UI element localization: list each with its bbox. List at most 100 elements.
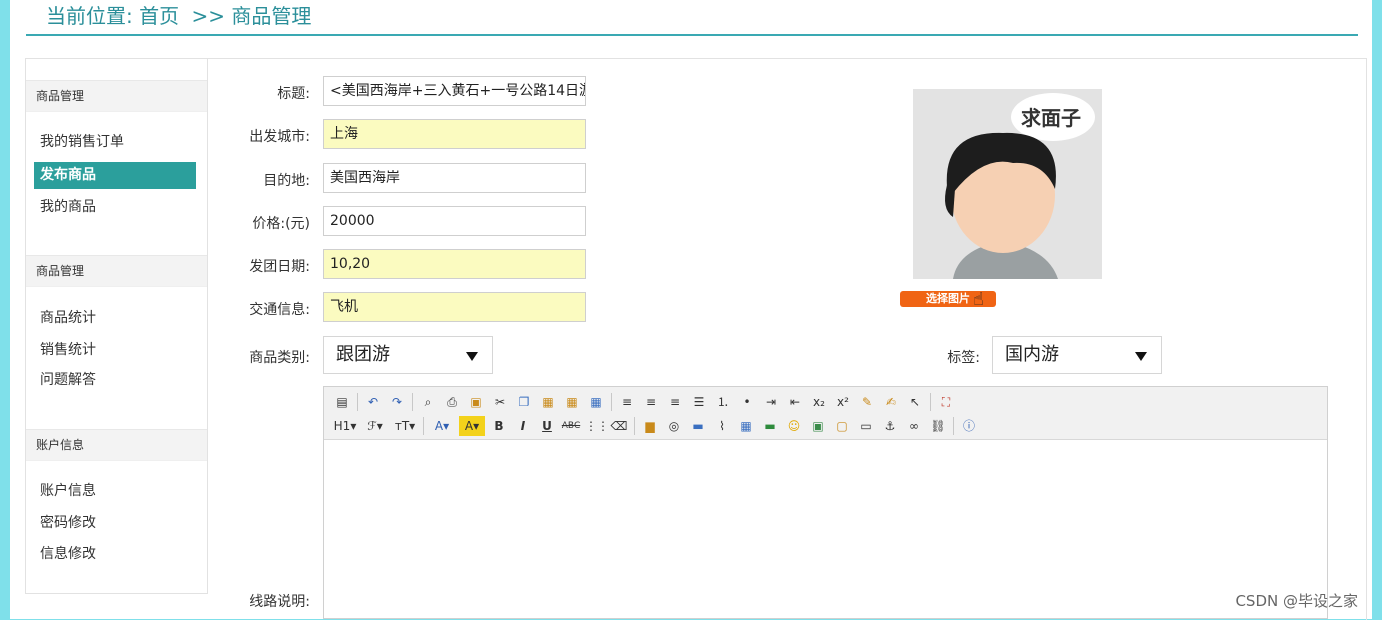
redo-icon[interactable]: ↷ xyxy=(387,392,407,412)
align-right-icon[interactable]: ≡ xyxy=(665,392,685,412)
underline-icon[interactable]: U xyxy=(537,416,557,436)
toolbar-divider xyxy=(930,393,931,411)
ordered-list-icon[interactable]: ⒈ xyxy=(713,392,733,412)
sidebar-item-edit-info[interactable]: 信息修改 xyxy=(34,541,196,568)
editor-toolbar: ▤ ↶ ↷ ⌕ ⎙ ▣ ✂ ❐ ▦ ▦ ▦ ≡ ≡ ≡ ☰ ⒈ • ⇥ ⇤ x₂… xyxy=(324,387,1327,440)
departure-city-input[interactable]: 上海 xyxy=(323,119,586,149)
dropdown-arrow-icon xyxy=(466,352,478,361)
breadcrumb-current: 商品管理 xyxy=(231,4,312,28)
speech-bubble-text: 求面子 xyxy=(1021,106,1081,130)
paste-icon[interactable]: ▦ xyxy=(538,392,558,412)
remove-format-icon[interactable]: ⌫ xyxy=(609,416,629,436)
breadcrumb-home-link[interactable]: 首页 xyxy=(139,4,179,28)
source-icon[interactable]: ▤ xyxy=(332,392,352,412)
watermark: CSDN @毕设之家 xyxy=(1235,592,1358,610)
align-center-icon[interactable]: ≡ xyxy=(641,392,661,412)
superscript-icon[interactable]: x² xyxy=(833,392,853,412)
sidebar-item-account-info[interactable]: 账户信息 xyxy=(34,478,196,505)
editor-toolbar-row-2: H1▾ ℱ▾ ᴛT▾ A▾ A▾ B I U ABC ⋮⋮ ⌫ ▆ ◎ ▬ ⌇ … xyxy=(332,415,983,437)
sidebar-item-my-products[interactable]: 我的商品 xyxy=(34,194,196,221)
editor-content-area[interactable] xyxy=(324,440,1327,618)
destination-input[interactable]: 美国西海岸 xyxy=(323,163,586,193)
bold-icon[interactable]: B xyxy=(489,416,509,436)
toolbar-divider xyxy=(423,417,424,435)
page: 当前位置: 首页 >> 商品管理 商品管理 我的销售订单 发布商品 我的商品 商… xyxy=(10,0,1372,620)
strikethrough-icon[interactable]: ABC xyxy=(561,416,581,436)
italic-icon[interactable]: I xyxy=(513,416,533,436)
multi-image-icon[interactable]: ◎ xyxy=(664,416,684,436)
tag-select-value: 国内游 xyxy=(1005,344,1059,365)
category-select-value: 跟团游 xyxy=(336,344,390,365)
sidebar-section-title: 商品管理 xyxy=(26,80,207,112)
indent-icon[interactable]: ⇥ xyxy=(761,392,781,412)
attachment-icon[interactable]: ⌇ xyxy=(712,416,732,436)
breadcrumb: 当前位置: 首页 >> 商品管理 xyxy=(46,2,311,30)
font-color-icon[interactable]: A▾ xyxy=(429,416,455,436)
print-icon[interactable]: ⎙ xyxy=(442,392,462,412)
clear-format-icon[interactable]: ✎ xyxy=(857,392,877,412)
table-icon[interactable]: ▦ xyxy=(736,416,756,436)
rich-text-editor: ▤ ↶ ↷ ⌕ ⎙ ▣ ✂ ❐ ▦ ▦ ▦ ≡ ≡ ≡ ☰ ⒈ • ⇥ ⇤ x₂… xyxy=(323,386,1328,619)
breadcrumb-prefix: 当前位置: xyxy=(46,4,133,28)
title-input[interactable]: <美国西海岸+三入黄石+一号公路14日游 xyxy=(323,76,586,106)
justify-icon[interactable]: ☰ xyxy=(689,392,709,412)
unlink-icon[interactable]: ⛓ xyxy=(928,416,948,436)
category-select[interactable]: 跟团游 xyxy=(323,336,493,374)
product-image-preview: 求面子 xyxy=(913,89,1102,279)
subscript-icon[interactable]: x₂ xyxy=(809,392,829,412)
sidebar-item-sales-stats[interactable]: 销售统计 xyxy=(34,337,196,364)
avatar-illustration: 求面子 xyxy=(913,89,1102,279)
line-height-icon[interactable]: ⋮⋮ xyxy=(585,416,609,436)
template-icon[interactable]: ▣ xyxy=(466,392,486,412)
sidebar-item-faq[interactable]: 问题解答 xyxy=(34,367,196,394)
sidebar-item-product-stats[interactable]: 商品统计 xyxy=(34,305,196,332)
toolbar-divider xyxy=(412,393,413,411)
highlight-icon[interactable]: A▾ xyxy=(459,416,485,436)
flash-icon[interactable]: ▬ xyxy=(688,416,708,436)
link-icon[interactable]: ∞ xyxy=(904,416,924,436)
paste-text-icon[interactable]: ▦ xyxy=(562,392,582,412)
select-all-icon[interactable]: ✍ xyxy=(881,392,901,412)
title-label: 标题: xyxy=(277,86,310,102)
sidebar-item-my-sales-orders[interactable]: 我的销售订单 xyxy=(34,129,196,156)
anchor-icon[interactable]: ⚓ xyxy=(880,416,900,436)
fullscreen-icon[interactable]: ⛶ xyxy=(936,392,956,412)
tour-date-label: 发团日期: xyxy=(249,259,310,275)
sidebar-item-change-password[interactable]: 密码修改 xyxy=(34,510,196,537)
transport-input[interactable]: 飞机 xyxy=(323,292,586,322)
emoticon-icon[interactable]: ☺ xyxy=(784,416,804,436)
sidebar-section-title: 账户信息 xyxy=(26,429,207,461)
help-icon[interactable]: ⓘ xyxy=(959,416,979,436)
toolbar-divider xyxy=(611,393,612,411)
undo-icon[interactable]: ↶ xyxy=(363,392,383,412)
toolbar-divider xyxy=(953,417,954,435)
copy-icon[interactable]: ❐ xyxy=(514,392,534,412)
code-icon[interactable]: ▢ xyxy=(832,416,852,436)
tour-date-input[interactable]: 10,20 xyxy=(323,249,586,279)
price-label: 价格:(元) xyxy=(252,216,310,232)
page-break-icon[interactable]: ▭ xyxy=(856,416,876,436)
toolbar-divider xyxy=(634,417,635,435)
breadcrumb-separator: >> xyxy=(191,4,225,28)
sidebar-section-title: 商品管理 xyxy=(26,255,207,287)
route-description-label: 线路说明: xyxy=(249,594,310,610)
tag-select[interactable]: 国内游 xyxy=(992,336,1162,374)
select-icon[interactable]: ↖ xyxy=(905,392,925,412)
sidebar-item-publish-product[interactable]: 发布商品 xyxy=(34,162,196,189)
outdent-icon[interactable]: ⇤ xyxy=(785,392,805,412)
price-input[interactable]: 20000 xyxy=(323,206,586,236)
align-left-icon[interactable]: ≡ xyxy=(617,392,637,412)
font-family-icon[interactable]: ℱ▾ xyxy=(362,416,388,436)
heading-icon[interactable]: H1▾ xyxy=(332,416,358,436)
font-size-icon[interactable]: ᴛT▾ xyxy=(392,416,418,436)
paste-word-icon[interactable]: ▦ xyxy=(586,392,606,412)
preview-icon[interactable]: ⌕ xyxy=(418,392,438,412)
cut-icon[interactable]: ✂ xyxy=(490,392,510,412)
unordered-list-icon[interactable]: • xyxy=(737,392,757,412)
sidebar: 商品管理 我的销售订单 发布商品 我的商品 商品管理 商品统计 销售统计 问题解… xyxy=(25,58,208,594)
horizontal-rule-icon[interactable]: ▬ xyxy=(760,416,780,436)
image-upload-icon[interactable]: ▆ xyxy=(640,416,660,436)
transport-label: 交通信息: xyxy=(249,302,310,318)
destination-label: 目的地: xyxy=(263,173,310,189)
image-icon[interactable]: ▣ xyxy=(808,416,828,436)
